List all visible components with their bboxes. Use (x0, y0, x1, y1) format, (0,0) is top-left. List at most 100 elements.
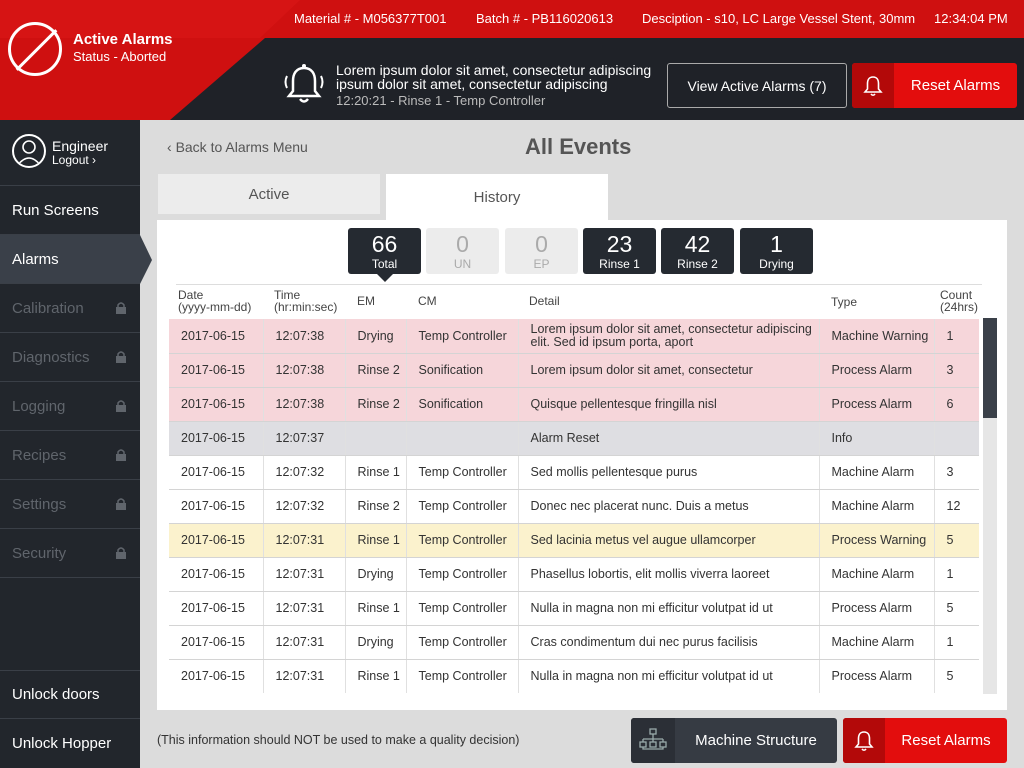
cell-detail: Phasellus lobortis, elit mollis viverra … (518, 557, 820, 592)
counter-rinse-2[interactable]: 42 Rinse 2 (661, 228, 734, 274)
counter-total[interactable]: 66 Total (348, 228, 421, 274)
cell-count: 12 (934, 489, 979, 524)
user-panel[interactable]: Engineer Logout › (0, 120, 140, 186)
column-header-date[interactable]: Date (yyyy-mm-dd) (178, 289, 251, 313)
reset-alarms-footer-button[interactable]: Reset Alarms (843, 718, 1007, 763)
lock-icon (116, 547, 126, 559)
material-number: Material # - M056377T001 (294, 11, 447, 26)
quality-disclaimer: (This information should NOT be used to … (157, 733, 520, 747)
table-row[interactable]: 2017-06-15 12:07:31 Drying Temp Controller P… (169, 557, 979, 592)
cell-em: Rinse 1 (345, 591, 407, 626)
cell-detail: Sed mollis pellentesque purus (518, 455, 820, 490)
cell-detail: Lorem ipsum dolor sit amet, consectetur (518, 353, 820, 388)
lock-icon (116, 400, 126, 412)
cell-em: Rinse 2 (345, 387, 407, 422)
cell-detail: Nulla in magna non mi efficitur volutpat… (518, 659, 820, 694)
cell-type: Machine Alarm (819, 455, 935, 490)
table-row[interactable]: 2017-06-15 12:07:37 Alarm Reset Info (169, 421, 979, 456)
cell-date: 2017-06-15 (169, 625, 264, 660)
unlock-hopper-button[interactable]: Unlock Hopper (0, 719, 140, 768)
table-row[interactable]: 2017-06-15 12:07:32 Rinse 2 Temp Controller… (169, 489, 979, 524)
sidebar-item-logging[interactable]: Logging (0, 382, 140, 431)
logout-link[interactable]: Logout › (52, 153, 96, 167)
alarm-message-detail: 12:20:21 - Rinse 1 - Temp Controller (336, 93, 546, 108)
sidebar-item-label: Security (12, 544, 67, 562)
reset-alarms-label: Reset Alarms (910, 77, 1001, 94)
cell-cm: Temp Controller (406, 591, 519, 626)
machine-structure-button[interactable]: Machine Structure (631, 718, 837, 763)
header-divider (176, 284, 982, 285)
cell-date: 2017-06-15 (169, 319, 264, 354)
back-to-alarms-link[interactable]: ‹ Back to Alarms Menu (167, 139, 308, 155)
column-header-time[interactable]: Time (hr:min:sec) (274, 289, 337, 313)
sidebar-item-label: Calibration (12, 299, 84, 317)
bell-icon (852, 63, 894, 108)
lock-icon (116, 351, 126, 363)
sidebar-item-alarms[interactable]: Alarms (0, 235, 152, 284)
lock-icon (116, 449, 126, 461)
reset-alarms-button[interactable]: Reset Alarms (852, 63, 1017, 108)
cell-time: 12:07:31 (263, 625, 346, 660)
table-row[interactable]: 2017-06-15 12:07:32 Rinse 1 Temp Controller… (169, 455, 979, 490)
cell-cm: Temp Controller (406, 659, 519, 694)
column-header-count[interactable]: Count (24hrs) (940, 289, 978, 313)
cell-time: 12:07:38 (263, 353, 346, 388)
cell-count: 5 (934, 659, 979, 694)
sidebar-item-security[interactable]: Security (0, 529, 140, 578)
cell-cm: Temp Controller (406, 557, 519, 592)
sidebar-item-run-screens[interactable]: Run Screens (0, 186, 140, 235)
counter-rinse-1[interactable]: 23 Rinse 1 (583, 228, 656, 274)
sidebar-item-recipes[interactable]: Recipes (0, 431, 140, 480)
cell-cm: Sonification (406, 387, 519, 422)
counter-drying[interactable]: 1 Drying (740, 228, 813, 274)
cell-cm: Temp Controller (406, 523, 519, 558)
counter-un[interactable]: 0 UN (426, 228, 499, 274)
tab-history[interactable]: History (386, 174, 608, 220)
sidebar-item-diagnostics[interactable]: Diagnostics (0, 333, 140, 382)
cell-count: 3 (934, 353, 979, 388)
counter-label: Rinse 2 (677, 257, 718, 271)
cell-time: 12:07:38 (263, 387, 346, 422)
table-row[interactable]: 2017-06-15 12:07:38 Rinse 2 Sonification Lor… (169, 353, 979, 388)
cell-time: 12:07:31 (263, 591, 346, 626)
table-row[interactable]: 2017-06-15 12:07:31 Rinse 1 Temp Controller… (169, 591, 979, 626)
cell-time: 12:07:31 (263, 659, 346, 694)
cell-em: Rinse 2 (345, 353, 407, 388)
column-header-em[interactable]: EM (357, 295, 375, 307)
table-row[interactable]: 2017-06-15 12:07:38 Drying Temp Controller L… (169, 319, 979, 354)
counter-ep[interactable]: 0 EP (505, 228, 578, 274)
back-link-label: Back to Alarms Menu (175, 139, 308, 155)
sidebar-item-label: Recipes (12, 446, 67, 464)
cell-em: Drying (345, 557, 407, 592)
machine-structure-label: Machine Structure (695, 732, 817, 749)
selected-counter-caret (377, 274, 393, 282)
cell-date: 2017-06-15 (169, 353, 264, 388)
lock-icon (116, 302, 126, 314)
cell-detail: Cras condimentum dui nec purus facilisis (518, 625, 820, 660)
column-header-type[interactable]: Type (831, 296, 857, 308)
prohibited-icon (8, 22, 62, 76)
sidebar-item-calibration[interactable]: Calibration (0, 284, 140, 333)
table-row[interactable]: 2017-06-15 12:07:31 Drying Temp Controller C… (169, 625, 979, 660)
view-active-alarms-button[interactable]: View Active Alarms (7) (667, 63, 847, 108)
alarm-message: Lorem ipsum dolor sit amet, consectetur … (336, 62, 652, 92)
sidebar-item-label: Diagnostics (12, 348, 90, 366)
table-row[interactable]: 2017-06-15 12:07:38 Rinse 2 Sonification Qui… (169, 387, 979, 422)
header-status: Status - Aborted (73, 49, 167, 64)
sidebar-item-settings[interactable]: Settings (0, 480, 140, 529)
cell-type: Process Alarm (819, 659, 935, 694)
unlock-doors-button[interactable]: Unlock doors (0, 670, 140, 719)
cell-date: 2017-06-15 (169, 523, 264, 558)
table-row[interactable]: 2017-06-15 12:07:31 Rinse 1 Temp Controller… (169, 659, 979, 694)
table-row[interactable]: 2017-06-15 12:07:31 Rinse 1 Temp Controller… (169, 523, 979, 558)
cell-type: Machine Alarm (819, 557, 935, 592)
clock: 12:34:04 PM (934, 11, 1008, 26)
scrollbar-thumb[interactable] (983, 318, 997, 418)
lock-icon (116, 498, 126, 510)
cell-em: Rinse 1 (345, 659, 407, 694)
reset-alarms-label: Reset Alarms (901, 732, 991, 749)
column-header-cm[interactable]: CM (418, 295, 437, 307)
column-subtitle: (24hrs) (940, 300, 979, 314)
column-header-detail[interactable]: Detail (529, 295, 560, 307)
tab-active[interactable]: Active (158, 174, 380, 214)
